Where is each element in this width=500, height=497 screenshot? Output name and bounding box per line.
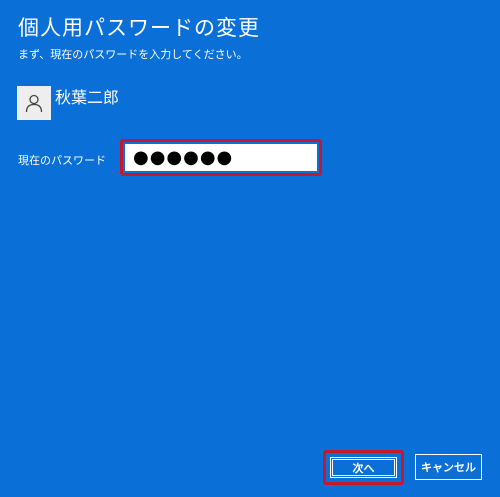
- next-highlight-frame: 次へ: [323, 450, 404, 485]
- dialog-title: 個人用パスワードの変更: [18, 16, 260, 40]
- current-password-label: 現在のパスワード: [18, 154, 106, 167]
- next-button[interactable]: 次へ: [330, 457, 397, 478]
- current-password-input[interactable]: ●●●●●●: [125, 144, 317, 171]
- cancel-button[interactable]: キャンセル: [415, 454, 482, 480]
- avatar: [17, 86, 51, 120]
- person-icon: [25, 94, 43, 113]
- password-highlight-frame: ●●●●●●: [120, 139, 322, 176]
- user-name: 秋葉二郎: [55, 88, 120, 107]
- dialog-subtitle: まず、現在のパスワードを入力してください。: [18, 48, 248, 61]
